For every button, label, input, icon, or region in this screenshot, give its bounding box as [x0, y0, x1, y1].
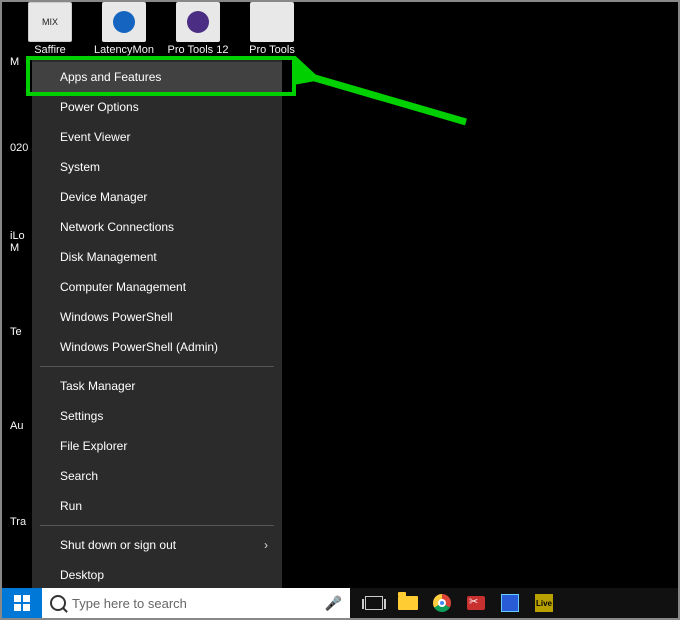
desktop-icon-label: Saffire: [34, 44, 66, 57]
menu-item-run[interactable]: Run: [32, 491, 282, 521]
menu-item-label: Windows PowerShell: [60, 310, 173, 324]
menu-item-shut-down-or-sign-out[interactable]: Shut down or sign out ›: [32, 530, 282, 560]
cortana-icon: [50, 595, 66, 611]
windows-logo-icon: [14, 595, 30, 611]
menu-item-label: Apps and Features: [60, 70, 161, 84]
start-button[interactable]: [2, 588, 42, 618]
menu-item-system[interactable]: System: [32, 152, 282, 182]
snip-icon: [467, 596, 485, 610]
menu-item-label: Event Viewer: [60, 130, 130, 144]
menu-item-desktop[interactable]: Desktop: [32, 560, 282, 590]
menu-item-network-connections[interactable]: Network Connections: [32, 212, 282, 242]
task-view-icon: [365, 596, 383, 610]
menu-item-device-manager[interactable]: Device Manager: [32, 182, 282, 212]
desktop-icon-saffire[interactable]: MIX Saffire: [20, 2, 80, 57]
pro-tools-app-icon: [250, 2, 294, 42]
partial-label: 020: [10, 142, 28, 154]
desktop-icon-pro-tools[interactable]: Pro Tools: [242, 2, 302, 57]
snip-taskbar-button[interactable]: [464, 591, 488, 615]
menu-item-event-viewer[interactable]: Event Viewer: [32, 122, 282, 152]
menu-item-settings[interactable]: Settings: [32, 401, 282, 431]
search-placeholder: Type here to search: [72, 596, 187, 611]
ableton-live-icon: Live: [535, 594, 553, 612]
winx-context-menu: Apps and Features Power Options Event View…: [32, 58, 282, 594]
app-blue-taskbar-button[interactable]: [498, 591, 522, 615]
menu-item-label: Device Manager: [60, 190, 147, 204]
menu-item-label: Search: [60, 469, 98, 483]
menu-item-label: Power Options: [60, 100, 139, 114]
menu-item-label: Desktop: [60, 568, 104, 582]
chrome-taskbar-button[interactable]: [430, 591, 454, 615]
menu-item-computer-management[interactable]: Computer Management: [32, 272, 282, 302]
desktop-icon-label: LatencyMon: [94, 44, 154, 57]
menu-item-windows-powershell[interactable]: Windows PowerShell: [32, 302, 282, 332]
latencymon-app-icon: [102, 2, 146, 42]
menu-item-disk-management[interactable]: Disk Management: [32, 242, 282, 272]
menu-item-search[interactable]: Search: [32, 461, 282, 491]
desktop-icon-label: Pro Tools: [249, 44, 295, 57]
app-blue-icon: [501, 594, 519, 612]
menu-item-task-manager[interactable]: Task Manager: [32, 371, 282, 401]
taskbar-search[interactable]: Type here to search 🎤: [42, 588, 350, 618]
chrome-icon: [433, 594, 451, 612]
menu-item-label: Disk Management: [60, 250, 157, 264]
partial-label: Tra: [10, 516, 26, 528]
file-explorer-taskbar-button[interactable]: [396, 591, 420, 615]
taskbar: Type here to search 🎤 Live: [2, 588, 678, 618]
partial-label: Au: [10, 420, 23, 432]
desktop-icon-pro-tools-12[interactable]: Pro Tools 12: [168, 2, 228, 57]
menu-item-label: Settings: [60, 409, 103, 423]
menu-item-windows-powershell-admin-[interactable]: Windows PowerShell (Admin): [32, 332, 282, 362]
menu-item-label: Network Connections: [60, 220, 174, 234]
desktop-icon-label: Pro Tools 12: [168, 44, 229, 57]
menu-item-label: Windows PowerShell (Admin): [60, 340, 218, 354]
partial-label: M: [10, 56, 19, 68]
menu-separator: [40, 525, 274, 526]
menu-separator: [40, 366, 274, 367]
desktop-icon-latencymon[interactable]: LatencyMon: [94, 2, 154, 57]
menu-item-label: System: [60, 160, 100, 174]
menu-item-power-options[interactable]: Power Options: [32, 92, 282, 122]
saffire-app-icon: MIX: [28, 2, 72, 42]
task-view-taskbar-button[interactable]: [362, 591, 386, 615]
file-explorer-icon: [398, 596, 418, 610]
menu-item-label: Task Manager: [60, 379, 135, 393]
menu-item-label: File Explorer: [60, 439, 127, 453]
menu-item-apps-and-features[interactable]: Apps and Features: [32, 62, 282, 92]
partial-label: iLo M: [10, 230, 25, 254]
chevron-right-icon: ›: [264, 538, 268, 552]
menu-item-label: Computer Management: [60, 280, 186, 294]
menu-item-label: Shut down or sign out: [60, 538, 176, 552]
microphone-icon[interactable]: 🎤: [325, 595, 342, 612]
ableton-live-taskbar-button[interactable]: Live: [532, 591, 556, 615]
menu-item-label: Run: [60, 499, 82, 513]
menu-item-file-explorer[interactable]: File Explorer: [32, 431, 282, 461]
partial-label: Te: [10, 326, 22, 338]
pro-tools-12-app-icon: [176, 2, 220, 42]
